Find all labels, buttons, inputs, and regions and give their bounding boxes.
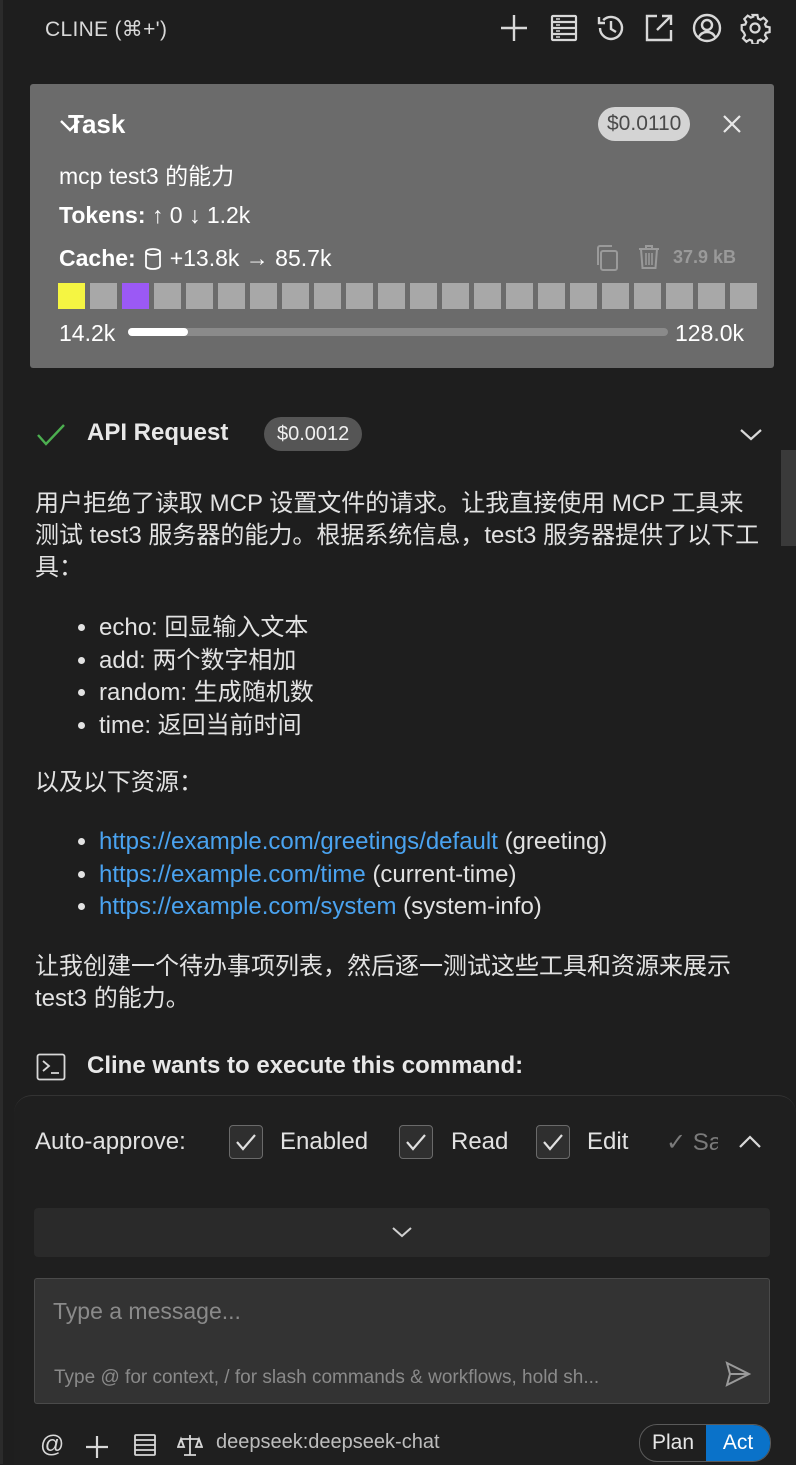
context-block [250, 283, 277, 309]
list-item: time: 返回当前时间 [99, 710, 314, 743]
plan-act-toggle[interactable]: Plan Act [639, 1424, 771, 1462]
task-cost-badge: $0.0110 [598, 107, 691, 141]
auto-approve-more[interactable]: ✓ Sa [666, 1128, 718, 1157]
message-input-hint: Type @ for context, / for slash commands… [54, 1367, 600, 1388]
context-used: 14.2k [59, 320, 116, 346]
context-block [346, 283, 373, 309]
database-icon [144, 247, 162, 270]
panel-title: CLINE (⌘+') [45, 18, 168, 41]
resource-link[interactable]: https://example.com/time [99, 861, 366, 888]
api-request-title[interactable]: API Request [87, 419, 228, 447]
list-item: add: 两个数字相加 [99, 645, 314, 678]
message-input-placeholder: Type a message... [53, 1298, 241, 1324]
list-item: https://example.com/system (system-info) [99, 891, 607, 924]
task-title: Task [68, 109, 126, 139]
resource-desc: (greeting) [504, 828, 608, 855]
tokens-row: Tokens: ↑ 0 ↓ 1.2k [59, 202, 250, 229]
context-block [314, 283, 341, 309]
context-block [474, 283, 501, 309]
check-icon [36, 422, 66, 448]
list-item: https://example.com/greetings/default (g… [99, 826, 607, 859]
list-item: https://example.com/time (current-time) [99, 859, 607, 892]
auto-approve-label: Auto-approve: [35, 1128, 186, 1155]
mcp-servers-icon[interactable] [548, 12, 580, 44]
context-block [634, 283, 661, 309]
context-window-bar [128, 328, 668, 336]
list-item: random: 生成随机数 [99, 677, 314, 710]
resources-list: https://example.com/greetings/default (g… [35, 826, 607, 924]
auto-approve-read-label[interactable]: Read [451, 1128, 508, 1156]
context-block [666, 283, 693, 309]
task-size: 37.9 kB [673, 247, 737, 267]
resource-desc: (current-time) [372, 860, 517, 888]
context-block [378, 283, 405, 309]
account-icon[interactable] [691, 12, 723, 44]
auto-approve-read-checkbox[interactable] [399, 1125, 433, 1159]
delete-trash-icon[interactable] [636, 243, 662, 271]
tokens-value: ↑ 0 ↓ 1.2k [151, 202, 251, 228]
message-outro: 让我创建一个待办事项列表，然后逐一测试这些工具和资源来展示 test3 的能力。 [35, 953, 731, 1012]
context-max: 128.0k [675, 320, 745, 346]
chevron-down-icon [391, 1221, 413, 1243]
context-block [218, 283, 245, 309]
expand-api-request-chevron-icon[interactable] [739, 422, 763, 446]
task-text: mcp test3 的能力 [59, 163, 235, 189]
list-item: echo: 回显输入文本 [99, 612, 314, 645]
terminal-icon [36, 1053, 66, 1081]
context-block [58, 283, 85, 309]
context-block [698, 283, 725, 309]
copy-icon[interactable] [593, 243, 621, 273]
context-block [570, 283, 597, 309]
new-task-plus-icon[interactable] [498, 12, 530, 44]
open-in-editor-icon[interactable] [643, 12, 675, 44]
context-block [442, 283, 469, 309]
tokens-label: Tokens: [59, 202, 146, 228]
command-title: Cline wants to execute this command: [87, 1052, 524, 1079]
context-block [538, 283, 565, 309]
auto-approve-edit-checkbox[interactable] [536, 1125, 570, 1159]
rules-scale-icon[interactable] [177, 1432, 203, 1458]
model-selector[interactable]: deepseek:deepseek-chat [216, 1431, 440, 1454]
add-context-button[interactable]: @ [40, 1431, 64, 1459]
auto-approve-enabled-label[interactable]: Enabled [280, 1128, 368, 1156]
context-blocks [58, 283, 757, 309]
resources-label: 以及以下资源： [35, 769, 203, 796]
cache-value: +13.8k → 85.7k [169, 245, 332, 271]
mcp-servers-small-icon[interactable] [133, 1433, 157, 1457]
resource-link[interactable]: https://example.com/system [99, 893, 396, 920]
context-block [506, 283, 533, 309]
context-block [282, 283, 309, 309]
add-files-plus-icon[interactable] [84, 1434, 110, 1460]
cache-label: Cache: [59, 245, 136, 271]
message-intro: 用户拒绝了读取 MCP 设置文件的请求。让我直接使用 MCP 工具来测试 tes… [35, 490, 760, 581]
cache-row: Cache: +13.8k → 85.7k [59, 245, 331, 272]
auto-approve-edit-label[interactable]: Edit [587, 1128, 628, 1156]
context-block [154, 283, 181, 309]
context-block [730, 283, 757, 309]
context-block [122, 283, 149, 309]
resource-link[interactable]: https://example.com/greetings/default [99, 828, 498, 855]
context-block [186, 283, 213, 309]
act-mode-button[interactable]: Act [706, 1425, 770, 1461]
context-block [90, 283, 117, 309]
settings-gear-icon[interactable] [739, 12, 771, 44]
expand-bar[interactable] [34, 1208, 770, 1257]
auto-approve-enabled-checkbox[interactable] [229, 1125, 263, 1159]
resource-desc: (system-info) [403, 893, 542, 920]
scrollbar-thumb[interactable] [781, 450, 796, 546]
context-window-fill [128, 328, 188, 336]
history-icon[interactable] [595, 12, 627, 44]
expand-auto-approve-chevron-icon[interactable] [738, 1130, 762, 1154]
api-request-cost-badge: $0.0012 [264, 417, 363, 451]
context-block [602, 283, 629, 309]
left-panel-border [0, 0, 3, 1464]
tools-list: echo: 回显输入文本 add: 两个数字相加 random: 生成随机数 t… [35, 612, 314, 742]
context-block [410, 283, 437, 309]
send-icon[interactable] [724, 1360, 752, 1388]
close-task-icon[interactable] [720, 112, 744, 136]
plan-mode-button[interactable]: Plan [640, 1425, 706, 1461]
